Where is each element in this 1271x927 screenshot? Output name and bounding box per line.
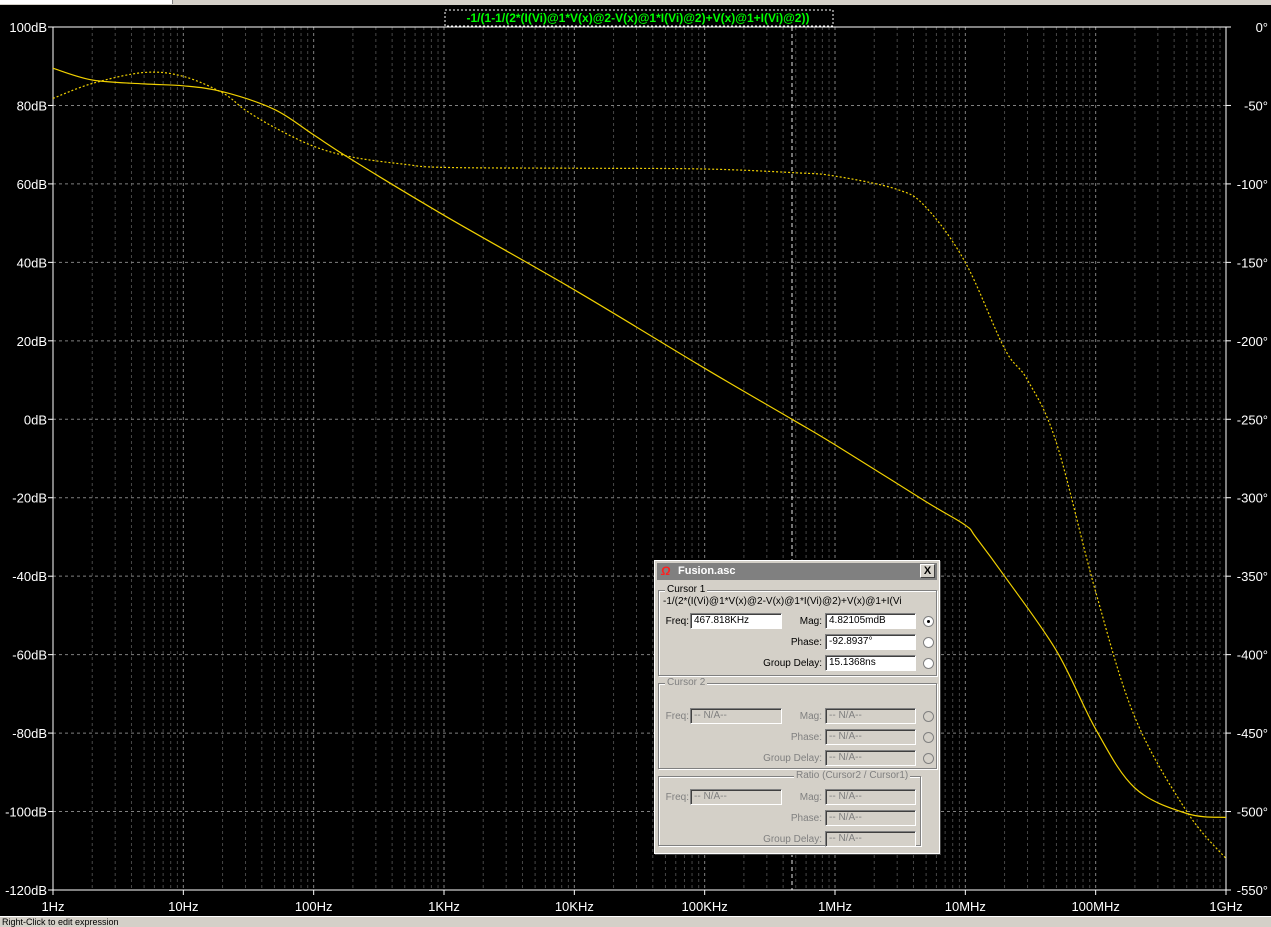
ratio-phase-field: -- N/A-- xyxy=(825,810,916,826)
y-left-tick-label: 80dB xyxy=(17,98,47,113)
status-bar: Right-Click to edit expression xyxy=(0,916,1271,927)
ratio-mag-label: Mag: xyxy=(799,792,822,803)
y-right-tick-label: 0° xyxy=(1256,20,1268,35)
cursor2-gd-field: -- N/A-- xyxy=(825,750,916,766)
phase-trace xyxy=(52,71,1227,859)
y-left-tick-label: 40dB xyxy=(17,255,47,270)
cursor1-phase-field[interactable]: -92.8937° xyxy=(825,634,916,650)
x-tick-label: 100MHz xyxy=(1071,899,1119,914)
y-left-tick-label: -40dB xyxy=(12,569,47,584)
y-right-tick-label: -150° xyxy=(1237,255,1268,270)
ratio-gd-field: -- N/A-- xyxy=(825,831,916,847)
ratio-freq-field: -- N/A-- xyxy=(690,789,782,805)
cursor1-freq-field[interactable]: 467.818KHz xyxy=(690,613,782,629)
dialog-titlebar[interactable]: Ω Fusion.asc X xyxy=(657,563,937,580)
x-tick-label: 100Hz xyxy=(295,899,333,914)
cursor2-mag-radio xyxy=(923,711,934,722)
magnitude-trace xyxy=(52,67,1227,818)
trace-expression[interactable]: -1/(1-1/(2*(I(Vi)@1*V(x)@2-V(x)@1*I(Vi)@… xyxy=(467,11,810,25)
cursor2-gd-radio xyxy=(923,753,934,764)
y-right-tick-label: -400° xyxy=(1237,648,1268,663)
y-right-tick-label: -550° xyxy=(1237,883,1268,898)
cursor1-gd-field[interactable]: 15.1368ns xyxy=(825,655,916,671)
cursor1-mag-field[interactable]: 4.82105mdB xyxy=(825,613,916,629)
y-left-tick-label: 60dB xyxy=(17,177,47,192)
cursor1-mag-radio[interactable] xyxy=(923,616,934,627)
cursor1-legend: Cursor 1 xyxy=(665,584,708,596)
cursor2-freq-label: Freq: xyxy=(665,711,689,722)
y-right-tick-label: -200° xyxy=(1237,334,1268,349)
cursor2-phase-field: -- N/A-- xyxy=(825,729,916,745)
x-tick-label: 1MHz xyxy=(818,899,852,914)
x-tick-label: 10KHz xyxy=(555,899,594,914)
x-tick-label: 1Hz xyxy=(41,899,64,914)
cursor2-group: Cursor 2 Freq: -- N/A-- Mag: -- N/A-- Ph… xyxy=(658,677,937,769)
cursor1-gd-label: Group Delay: xyxy=(763,658,822,669)
cursor2-freq-field: -- N/A-- xyxy=(690,708,782,724)
x-tick-label: 10MHz xyxy=(945,899,986,914)
y-left-tick-label: 20dB xyxy=(17,334,47,349)
ratio-phase-label: Phase: xyxy=(790,813,822,824)
y-right-tick-label: -100° xyxy=(1237,177,1268,192)
close-button[interactable]: X xyxy=(920,564,935,578)
ratio-legend: Ratio (Cursor2 / Cursor1) xyxy=(794,770,911,782)
x-tick-label: 100KHz xyxy=(682,899,728,914)
cursor1-mag-label: Mag: xyxy=(799,616,822,627)
cursor1-group: Cursor 1 -1/(2*(I(Vi)@1*V(x)@2-V(x)@1*I(… xyxy=(658,584,937,676)
y-right-tick-label: -300° xyxy=(1237,491,1268,506)
cursor2-phase-radio xyxy=(923,732,934,743)
cursor1-phase-label: Phase: xyxy=(790,637,822,648)
y-left-tick-label: -80dB xyxy=(12,726,47,741)
cursor1-phase-radio[interactable] xyxy=(923,637,934,648)
ltspice-logo-icon: Ω xyxy=(661,564,671,578)
y-right-tick-label: -50° xyxy=(1244,98,1268,113)
ratio-freq-label: Freq: xyxy=(665,792,689,803)
y-right-tick-label: -500° xyxy=(1237,805,1268,820)
cursor1-expression: -1/(2*(I(Vi)@1*V(x)@2-V(x)@1*I(Vi)@2)+V(… xyxy=(663,596,902,607)
y-left-tick-label: -20dB xyxy=(12,491,47,506)
cursor1-freq-label: Freq: xyxy=(665,616,689,627)
ratio-group: Ratio (Cursor2 / Cursor1) Freq: -- N/A--… xyxy=(658,770,921,847)
cursor2-legend: Cursor 2 xyxy=(665,677,708,689)
cursor2-mag-field: -- N/A-- xyxy=(825,708,916,724)
traces xyxy=(52,67,1227,859)
plot-grid xyxy=(52,26,1227,891)
cursor-dialog[interactable]: Ω Fusion.asc X Cursor 1 -1/(2*(I(Vi)@1*V… xyxy=(654,560,940,854)
ratio-mag-field: -- N/A-- xyxy=(825,789,916,805)
ratio-gd-label: Group Delay: xyxy=(763,834,822,845)
cursor2-mag-label: Mag: xyxy=(799,711,822,722)
y-left-tick-label: 100dB xyxy=(9,20,47,35)
cursor2-gd-label: Group Delay: xyxy=(763,753,822,764)
plot-frame xyxy=(52,26,1227,891)
y-right-tick-label: -350° xyxy=(1237,569,1268,584)
x-tick-label: 1GHz xyxy=(1209,899,1242,914)
y-left-tick-label: -60dB xyxy=(12,648,47,663)
cursor1-gd-radio[interactable] xyxy=(923,658,934,669)
y-left-tick-label: -120dB xyxy=(5,883,47,898)
x-tick-label: 1KHz xyxy=(428,899,460,914)
bode-plot[interactable]: 1Hz 10Hz 100Hz 1KHz 10KHz 100KHz 1MHz 10MHz 100M… xyxy=(0,0,1271,916)
y-left-tick-label: 0dB xyxy=(24,412,47,427)
x-tick-label: 10Hz xyxy=(168,899,198,914)
y-left-tick-label: -100dB xyxy=(5,805,47,820)
y-right-tick-label: -250° xyxy=(1237,412,1268,427)
cursor2-phase-label: Phase: xyxy=(790,732,822,743)
y-right-tick-label: -450° xyxy=(1237,726,1268,741)
dialog-title: Fusion.asc xyxy=(678,565,736,577)
